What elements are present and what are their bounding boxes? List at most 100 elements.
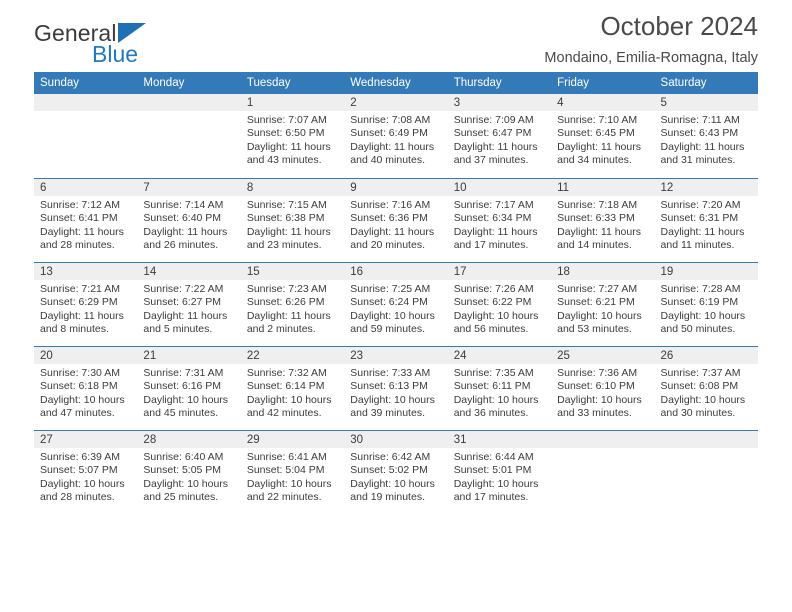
day-details: Sunrise: 7:12 AM Sunset: 6:41 PM Daylight:… — [34, 196, 137, 253]
sunset-text: Sunset: 6:45 PM — [557, 127, 635, 140]
sunrise-text: Sunrise: 7:35 AM — [453, 367, 534, 379]
calendar-cell-wrapper: 9 Sunrise: 7:16 AM Sunset: 6:36 PM Daylight… — [344, 178, 448, 262]
day-number: 25 — [551, 347, 655, 364]
sunrise-text: Sunrise: 7:28 AM — [660, 283, 741, 295]
sunset-text: Sunset: 6:19 PM — [660, 296, 739, 309]
calendar-cell-wrapper: 20 Sunrise: 7:30 AM Sunset: 6:18 PM Dayligh… — [34, 346, 138, 430]
calendar-day-cell[interactable]: 27 Sunrise: 6:39 AM Sunset: 5:07 PM Dayligh… — [34, 430, 138, 514]
day-number: 3 — [447, 94, 552, 111]
calendar-day-cell[interactable]: 25 Sunrise: 7:36 AM Sunset: 6:10 PM Dayligh… — [551, 346, 655, 430]
day-details: Sunrise: 7:08 AM Sunset: 6:49 PM Daylight:… — [344, 111, 447, 168]
calendar-day-cell[interactable]: 24 Sunrise: 7:35 AM Sunset: 6:11 PM Dayligh… — [447, 346, 552, 430]
calendar-day-cell[interactable]: 10 Sunrise: 7:17 AM Sunset: 6:34 PM Dayligh… — [447, 178, 552, 262]
day-details: Sunrise: 7:25 AM Sunset: 6:24 PM Daylight:… — [344, 280, 447, 337]
sunset-text: Sunset: 6:40 PM — [143, 212, 222, 225]
calendar-day-cell[interactable]: 23 Sunrise: 7:33 AM Sunset: 6:13 PM Dayligh… — [344, 346, 448, 430]
calendar-day-cell[interactable]: 6 Sunrise: 7:12 AM Sunset: 6:41 PM Daylight… — [34, 178, 138, 262]
calendar-week-row: 6 Sunrise: 7:12 AM Sunset: 6:41 PM Daylight… — [34, 178, 758, 262]
calendar-day-cell[interactable]: 20 Sunrise: 7:30 AM Sunset: 6:18 PM Dayligh… — [34, 346, 138, 430]
calendar-day-cell[interactable]: 12 Sunrise: 7:20 AM Sunset: 6:31 PM Dayligh… — [654, 178, 758, 262]
day-number: 11 — [551, 179, 655, 196]
daylight-text: Daylight: 11 hours and 11 minutes. — [660, 225, 745, 252]
calendar-day-cell[interactable]: 4 Sunrise: 7:10 AM Sunset: 6:45 PM Daylight… — [551, 94, 655, 178]
daylight-text: Daylight: 10 hours and 36 minutes. — [453, 393, 539, 420]
calendar-cell-wrapper: 15 Sunrise: 7:23 AM Sunset: 6:26 PM Dayligh… — [240, 262, 345, 346]
daylight-text: Daylight: 10 hours and 25 minutes. — [143, 477, 229, 504]
calendar-day-cell[interactable]: 21 Sunrise: 7:31 AM Sunset: 6:16 PM Dayligh… — [137, 346, 241, 430]
sunset-text: Sunset: 6:13 PM — [350, 380, 428, 393]
day-details: Sunrise: 7:11 AM Sunset: 6:43 PM Daylight:… — [655, 111, 758, 168]
day-details: Sunrise: 7:28 AM Sunset: 6:19 PM Daylight:… — [655, 280, 758, 337]
calendar-cell-wrapper — [137, 94, 241, 178]
sunrise-text: Sunrise: 7:26 AM — [453, 283, 534, 295]
weekday-header-saturday: Saturday — [654, 72, 758, 94]
day-details: Sunrise: 7:22 AM Sunset: 6:27 PM Daylight:… — [137, 280, 240, 337]
daylight-text: Daylight: 11 hours and 23 minutes. — [246, 225, 331, 252]
page-subtitle: Mondaino, Emilia-Romagna, Italy — [544, 49, 758, 66]
sunrise-text: Sunrise: 7:21 AM — [40, 283, 120, 295]
day-number — [34, 94, 138, 111]
sunrise-text: Sunrise: 7:27 AM — [557, 283, 638, 295]
calendar-cell-wrapper: 8 Sunrise: 7:15 AM Sunset: 6:38 PM Daylight… — [240, 178, 345, 262]
sunrise-text: Sunrise: 7:12 AM — [40, 199, 120, 211]
day-details: Sunrise: 7:18 AM Sunset: 6:33 PM Daylight:… — [551, 196, 654, 253]
daylight-text: Daylight: 10 hours and 53 minutes. — [557, 309, 642, 336]
calendar-cell-wrapper: 6 Sunrise: 7:12 AM Sunset: 6:41 PM Daylight… — [34, 178, 138, 262]
sunset-text: Sunset: 6:27 PM — [143, 296, 222, 309]
calendar-day-cell[interactable]: 7 Sunrise: 7:14 AM Sunset: 6:40 PM Daylight… — [137, 178, 241, 262]
day-details: Sunrise: 7:23 AM Sunset: 6:26 PM Daylight:… — [241, 280, 344, 337]
calendar-day-cell[interactable]: 1 Sunrise: 7:07 AM Sunset: 6:50 PM Daylight… — [240, 94, 345, 178]
daylight-text: Daylight: 10 hours and 47 minutes. — [40, 393, 125, 420]
calendar-day-cell[interactable]: 8 Sunrise: 7:15 AM Sunset: 6:38 PM Daylight… — [240, 178, 345, 262]
triangle-icon — [117, 23, 146, 43]
sunset-text: Sunset: 6:26 PM — [246, 296, 325, 309]
weekday-header-tuesday: Tuesday — [240, 72, 345, 94]
brand-name-blue: Blue — [92, 41, 139, 67]
day-number — [654, 431, 758, 448]
sunset-text: Sunset: 5:07 PM — [40, 464, 118, 477]
calendar-day-cell[interactable]: 13 Sunrise: 7:21 AM Sunset: 6:29 PM Dayligh… — [34, 262, 138, 346]
day-number: 2 — [344, 94, 448, 111]
day-number: 20 — [34, 347, 138, 364]
day-number: 14 — [137, 263, 241, 280]
calendar-day-cell[interactable]: 9 Sunrise: 7:16 AM Sunset: 6:36 PM Daylight… — [344, 178, 448, 262]
sunrise-text: Sunrise: 7:37 AM — [660, 367, 741, 379]
day-number: 8 — [240, 179, 345, 196]
day-number: 28 — [137, 431, 241, 448]
calendar-day-cell[interactable]: 5 Sunrise: 7:11 AM Sunset: 6:43 PM Daylight… — [654, 94, 758, 178]
sunset-text: Sunset: 6:14 PM — [246, 380, 325, 393]
sunrise-text: Sunrise: 7:32 AM — [246, 367, 327, 379]
calendar-day-cell[interactable]: 26 Sunrise: 7:37 AM Sunset: 6:08 PM Dayligh… — [654, 346, 758, 430]
calendar-cell-wrapper — [34, 94, 138, 178]
calendar-day-cell[interactable]: 28 Sunrise: 6:40 AM Sunset: 5:05 PM Dayligh… — [137, 430, 241, 514]
calendar-day-cell[interactable]: 31 Sunrise: 6:44 AM Sunset: 5:01 PM Dayligh… — [447, 430, 552, 514]
calendar-day-cell[interactable]: 29 Sunrise: 6:41 AM Sunset: 5:04 PM Dayligh… — [240, 430, 345, 514]
calendar-day-cell[interactable]: 17 Sunrise: 7:26 AM Sunset: 6:22 PM Dayligh… — [447, 262, 552, 346]
calendar-cell-wrapper: 7 Sunrise: 7:14 AM Sunset: 6:40 PM Daylight… — [137, 178, 241, 262]
calendar-day-cell[interactable]: 19 Sunrise: 7:28 AM Sunset: 6:19 PM Dayligh… — [654, 262, 758, 346]
calendar-day-cell-empty — [551, 430, 655, 514]
calendar-day-cell[interactable]: 2 Sunrise: 7:08 AM Sunset: 6:49 PM Daylight… — [344, 94, 448, 178]
calendar-day-cell[interactable]: 18 Sunrise: 7:27 AM Sunset: 6:21 PM Dayligh… — [551, 262, 655, 346]
sunrise-text: Sunrise: 7:10 AM — [557, 114, 638, 126]
sunset-text: Sunset: 5:05 PM — [143, 464, 222, 477]
calendar-day-cell[interactable]: 3 Sunrise: 7:09 AM Sunset: 6:47 PM Daylight… — [447, 94, 552, 178]
day-number: 21 — [137, 347, 241, 364]
calendar-day-cell[interactable]: 11 Sunrise: 7:18 AM Sunset: 6:33 PM Dayligh… — [551, 178, 655, 262]
day-number: 31 — [447, 431, 552, 448]
calendar-day-cell[interactable]: 14 Sunrise: 7:22 AM Sunset: 6:27 PM Dayligh… — [137, 262, 241, 346]
calendar-day-cell[interactable]: 15 Sunrise: 7:23 AM Sunset: 6:26 PM Dayligh… — [240, 262, 345, 346]
daylight-text: Daylight: 11 hours and 34 minutes. — [557, 140, 641, 167]
calendar-week-row: 13 Sunrise: 7:21 AM Sunset: 6:29 PM Dayligh… — [34, 262, 758, 346]
daylight-text: Daylight: 10 hours and 17 minutes. — [453, 477, 539, 504]
calendar-body: 1 Sunrise: 7:07 AM Sunset: 6:50 PM Daylight… — [34, 94, 758, 514]
sunset-text: Sunset: 5:04 PM — [246, 464, 325, 477]
brand-logo[interactable]: General Blue — [34, 0, 146, 66]
daylight-text: Daylight: 11 hours and 5 minutes. — [143, 309, 228, 336]
calendar-day-cell[interactable]: 22 Sunrise: 7:32 AM Sunset: 6:14 PM Dayligh… — [240, 346, 345, 430]
sunset-text: Sunset: 6:41 PM — [40, 212, 118, 225]
calendar-day-cell[interactable]: 30 Sunrise: 6:42 AM Sunset: 5:02 PM Dayligh… — [344, 430, 448, 514]
calendar-day-cell[interactable]: 16 Sunrise: 7:25 AM Sunset: 6:24 PM Dayligh… — [344, 262, 448, 346]
day-details: Sunrise: 7:35 AM Sunset: 6:11 PM Daylight:… — [448, 364, 551, 421]
sunset-text: Sunset: 6:22 PM — [453, 296, 532, 309]
